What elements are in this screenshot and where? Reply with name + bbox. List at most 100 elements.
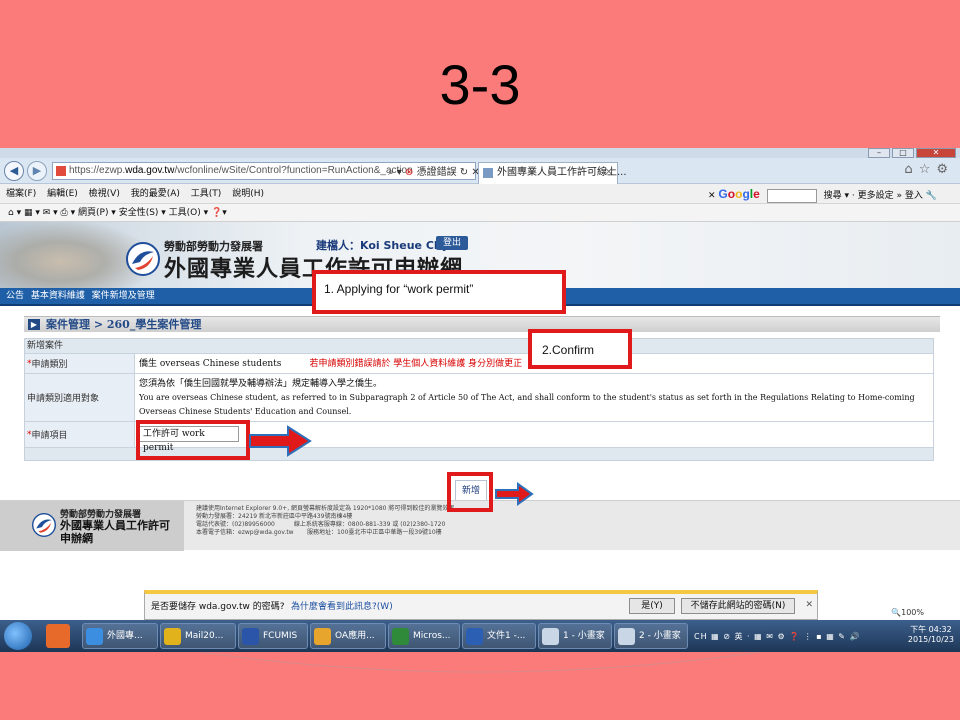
wrench-icon[interactable]: 🔧 [926,191,937,201]
application-type-value: 僑生 overseas Chinese students [139,359,282,369]
google-search-button[interactable]: 搜尋 [824,191,842,201]
form-section-header: 新增案件 [25,339,933,353]
taskbar-item-fcumis[interactable]: FCUMIS [238,623,308,649]
taskbar-item-ie[interactable]: 外國專... [82,623,158,649]
tray-icons[interactable]: CH ▦ ⊘ 英 · ▦ ✉ ⚙ ❓ ⋮ ▪ ▦ ✎ 🔊 [694,631,861,642]
breadcrumb-text: 案件管理 > 260_學生案件管理 [46,318,202,331]
menu-tools[interactable]: 工具(T) [191,189,222,199]
cert-error-icon[interactable]: ⊗ [405,167,413,178]
arrow-right-icon [495,482,534,506]
window-titlebar: – □ ✕ [0,148,960,158]
word-icon [466,628,483,645]
google-search-input[interactable] [766,188,817,203]
input-language[interactable]: CH [694,632,708,641]
taskbar-item-label: Mail20... [185,631,224,641]
footer-logo-icon [32,513,56,537]
taskbar-item-word[interactable]: 文件1 -... [462,623,536,649]
home-small-icon[interactable]: ⌂ ▾ [8,208,21,218]
refresh-icon[interactable]: ↻ [460,167,468,178]
application-type-note: 若申請類別錯誤請於 學生個人資料維護 身分別做更正 [309,359,523,369]
nav-item-basic-data[interactable]: 基本資料維護 [31,291,85,301]
command-bar: ⌂ ▾ ▦ ▾ ✉ ▾ ⎙ ▾ 網頁(P) ▾ 安全性(S) ▾ 工具(O) ▾… [0,204,960,222]
form-label-text: 申請項目 [31,431,68,441]
start-button[interactable] [4,622,32,650]
menu-edit[interactable]: 編輯(E) [47,189,78,199]
ie-icon [86,628,103,645]
taskbar-item-chrome[interactable]: Mail20... [160,623,236,649]
site-favicon-icon [56,166,66,176]
address-row: ◀ ▶ https://ezwp.wda.gov.tw/wcfonline/wS… [0,158,960,184]
close-toolbar-icon[interactable]: ✕ [708,191,716,201]
google-toolbar: ✕ Google 搜尋 ▾ · 更多設定 » 登入 🔧 [708,187,937,203]
chrome-icon [164,628,181,645]
browser-tab[interactable]: 外國專業人員工作許可線上... ✕ [478,162,627,184]
system-tray: CH ▦ ⊘ 英 · ▦ ✉ ⚙ ❓ ⋮ ▪ ▦ ✎ 🔊 下午 04:32 20… [690,623,956,649]
nav-item-announcement[interactable]: 公告 [6,291,24,301]
footer-contact-info: 建議使用Internet Explorer 9.0+, 網頁螢幕解析度設定為 1… [196,505,455,536]
highlight-application-item [136,420,250,460]
arrow-right-icon [249,425,312,457]
tab-favicon-icon [483,168,493,178]
zoom-level[interactable]: 🔍100% [891,606,924,620]
address-url-prefix: https://ezwp. [69,165,126,176]
command-bar-menus[interactable]: 網頁(P) ▾ 安全性(S) ▾ 工具(O) ▾ [78,208,208,218]
form-row-application-type: * 申請類別 僑生 overseas Chinese students 若申請類別錯… [25,354,933,374]
slide-title: 3-3 [439,53,521,116]
slide-decoration [200,652,760,673]
form-label: 申請類別適用對象 [25,374,135,421]
form-row-eligibility: 申請類別適用對象 您須為依「僑生回國就學及輔導辦法」規定輔導入學之僑生。 You… [25,374,933,422]
excel-icon [392,628,409,645]
fcu-icon [242,628,259,645]
feeds-icon[interactable]: ▦ ▾ [24,208,40,218]
minimize-button[interactable]: – [868,148,890,158]
clock-date: 2015/10/23 [907,635,954,644]
google-login-link[interactable]: 登入 [905,191,923,201]
taskbar-item-paint-1[interactable]: 1 - 小畫家 [538,623,612,649]
close-window-button[interactable]: ✕ [916,148,956,158]
ministry-logo-icon [126,242,160,276]
windows-taskbar: 外國專... Mail20... FCUMIS OA應用... Micros..… [0,620,960,652]
more-settings-link[interactable]: 更多設定 [858,191,894,201]
menu-help[interactable]: 說明(H) [232,189,264,199]
google-logo: Google [718,187,760,201]
taskbar-item-oa[interactable]: OA應用... [310,623,386,649]
close-tab-icon[interactable]: ✕ [605,163,613,183]
address-tools: ⌕ ▾ ⊗ 憑證錯誤 ↻ ✕ [388,163,480,178]
address-url-rest: /wcfonline/wSite/Control?function=RunAct… [174,165,413,176]
gear-icon[interactable]: ⚙ [936,162,954,177]
menu-bar: 檔案(F) 編輯(E) 檢視(V) 我的最愛(A) 工具(T) 說明(H) ✕ … [0,184,960,204]
taskbar-item-paint-2[interactable]: 2 - 小畫家 [614,623,688,649]
user-label: 建檔人：Koi Sheue Chyi [316,239,453,252]
maximize-button[interactable]: □ [892,148,914,158]
search-icon[interactable]: ⌕ ▾ [388,167,402,178]
favorites-star-icon[interactable]: ☆ [919,162,937,177]
mail-icon[interactable]: ✉ ▾ [43,208,58,218]
annotation-step-1: 1. Applying for “work permit” [312,270,566,314]
menu-file[interactable]: 檔案(F) [6,189,36,199]
clock[interactable]: 下午 04:32 2015/10/23 [908,625,954,645]
print-icon[interactable]: ⎙ ▾ [61,208,76,218]
logout-button[interactable]: 登出 [436,236,468,250]
eligibility-text-en: You are overseas Chinese student, as ref… [139,393,915,416]
home-icon[interactable]: ⌂ [904,162,918,177]
taskbar-item-label: 文件1 -... [487,631,526,641]
media-player-icon[interactable] [46,624,70,648]
form-value: 您須為依「僑生回國就學及輔導辦法」規定輔導入學之僑生。 You are over… [135,374,933,421]
footer-site-name: 外國專業人員工作許可申辦網 [60,519,170,545]
nav-item-case-management[interactable]: 案件新增及管理 [92,291,155,301]
help-icon[interactable]: ❓▾ [211,208,227,218]
browser-right-tools: ⌂☆⚙ [904,162,954,177]
forward-button[interactable]: ▶ [27,161,47,181]
back-button[interactable]: ◀ [4,161,24,181]
footer-brand: 勞動部勞動力發展署 外國專業人員工作許可申辦網 [0,501,184,551]
cert-error-label[interactable]: 憑證錯誤 [417,167,457,178]
browser-screenshot: – □ ✕ ◀ ▶ https://ezwp.wda.gov.tw/wcfonl… [0,148,960,652]
eligibility-text-zh: 您須為依「僑生回國就學及輔導辦法」規定輔導入學之僑生。 [139,379,383,389]
menu-view[interactable]: 檢視(V) [89,189,120,199]
taskbar-item-excel[interactable]: Micros... [388,623,460,649]
menu-favorites[interactable]: 我的最愛(A) [131,189,180,199]
taskbar-item-label: 1 - 小畫家 [563,631,605,641]
highlight-add-button [447,472,493,512]
annotation-step-2: 2.Confirm [528,329,632,369]
taskbar-item-label: 外國專... [107,631,143,641]
